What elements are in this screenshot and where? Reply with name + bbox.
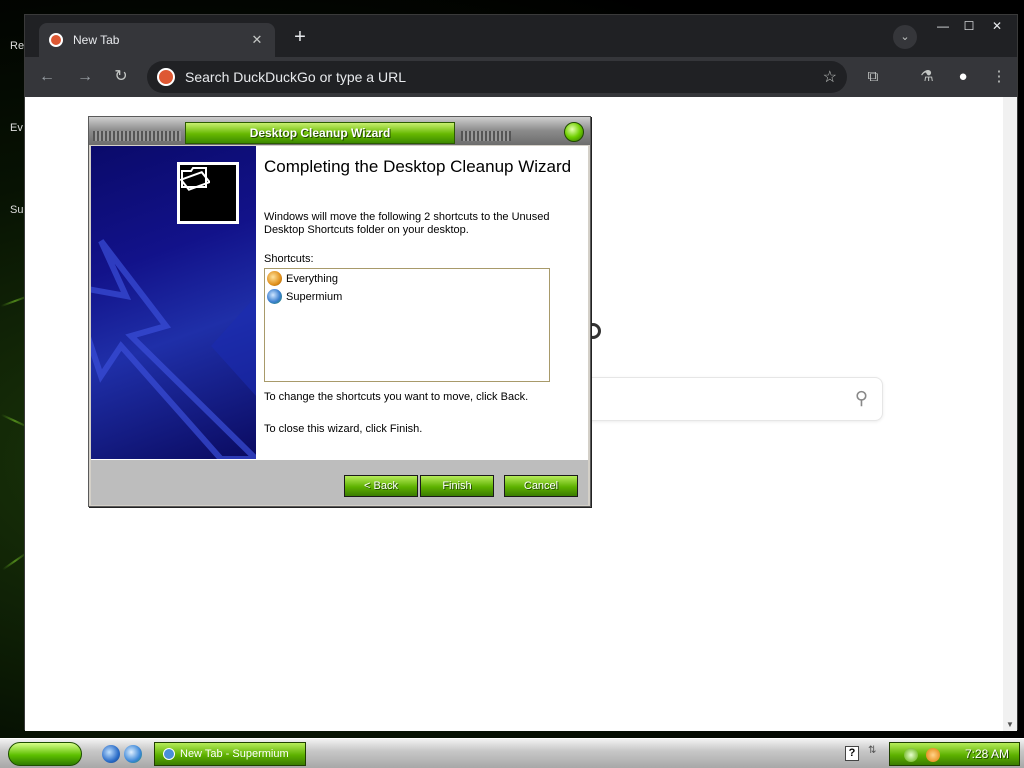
extensions-icon[interactable]: ⧉ <box>861 65 885 89</box>
browser-toolbar: ← → ↻ Search DuckDuckGo or type a URL ☆ … <box>25 57 1017 97</box>
supermium-icon <box>267 289 282 304</box>
start-button[interactable] <box>8 742 82 766</box>
titlebar-grille <box>93 131 181 141</box>
shortcuts-list[interactable]: Everything Supermium <box>264 268 550 382</box>
wizard-button-bar: < Back Finish Cancel <box>91 459 588 505</box>
profile-icon[interactable]: ● <box>951 65 975 89</box>
window-close-button[interactable]: ✕ <box>983 17 1011 35</box>
system-tray: 7:28 AM <box>889 742 1020 766</box>
tray-arrows-icon[interactable]: ⇅ <box>868 745 880 763</box>
menu-icon[interactable]: ⋮ <box>987 65 1011 89</box>
desktop-icon-label[interactable]: Re <box>10 40 24 52</box>
minimize-button[interactable]: — <box>929 17 957 35</box>
desktop-cleanup-wizard: Desktop Cleanup Wizard Completing the De… <box>88 116 591 507</box>
finish-button[interactable]: Finish <box>420 475 494 497</box>
tab-title: New Tab <box>73 33 120 47</box>
list-item[interactable]: Everything <box>265 270 549 287</box>
bookmark-star-icon[interactable]: ☆ <box>823 67 837 87</box>
wizard-titlebar[interactable]: Desktop Cleanup Wizard <box>89 117 590 145</box>
tab-new-tab[interactable]: New Tab ✕ <box>39 23 275 57</box>
new-tab-button[interactable]: + <box>287 25 313 51</box>
shortcuts-label: Shortcuts: <box>264 253 314 265</box>
page-search-input[interactable]: ⚲ <box>585 377 883 421</box>
supermium-icon[interactable] <box>124 745 142 763</box>
search-icon[interactable]: ⚲ <box>855 388 868 409</box>
search-tray-icon[interactable] <box>926 748 940 762</box>
duckduckgo-icon <box>49 33 63 47</box>
wizard-side-banner <box>91 146 256 459</box>
list-item[interactable]: Supermium <box>265 288 549 305</box>
reload-button[interactable]: ↻ <box>109 65 133 89</box>
scroll-down-arrow[interactable]: ▼ <box>1006 720 1014 729</box>
everything-icon <box>267 271 282 286</box>
clock[interactable]: 7:28 AM <box>965 747 1009 761</box>
wizard-description: Windows will move the following 2 shortc… <box>264 211 550 236</box>
desktop-icon-label[interactable]: Ev <box>10 122 23 134</box>
cancel-button[interactable]: Cancel <box>504 475 578 497</box>
desktop-icon-label[interactable]: Su <box>10 204 23 216</box>
close-icon[interactable]: ✕ <box>249 32 265 48</box>
address-bar[interactable]: Search DuckDuckGo or type a URL ☆ <box>147 61 847 93</box>
folder-icon <box>177 162 239 224</box>
address-bar-placeholder: Search DuckDuckGo or type a URL <box>185 69 406 85</box>
forward-button[interactable]: → <box>73 65 97 89</box>
back-button[interactable]: ← <box>35 65 59 89</box>
wizard-title: Desktop Cleanup Wizard <box>185 122 455 144</box>
wizard-main-panel: Completing the Desktop Cleanup Wizard Wi… <box>256 146 588 459</box>
finish-hint-text: To close this wizard, click Finish. <box>264 423 423 435</box>
help-icon[interactable]: ? <box>845 746 859 761</box>
back-hint-text: To change the shortcuts you want to move… <box>264 391 529 403</box>
network-icon[interactable] <box>904 748 918 762</box>
supermium-icon <box>163 748 175 760</box>
internet-explorer-icon[interactable] <box>102 745 120 763</box>
taskbar-item-label: New Tab - Supermium <box>180 748 289 760</box>
tab-strip: New Tab ✕ + ⌄ — ☐ ✕ <box>25 15 1017 57</box>
taskbar: New Tab - Supermium ? ⇅ 7:28 AM <box>0 738 1024 768</box>
tab-search-button[interactable]: ⌄ <box>893 25 917 49</box>
wizard-close-button[interactable] <box>564 122 584 142</box>
titlebar-grille <box>461 131 511 141</box>
labs-icon[interactable]: ⚗ <box>915 65 939 89</box>
duckduckgo-icon <box>157 68 175 86</box>
taskbar-item-supermium[interactable]: New Tab - Supermium <box>154 742 306 766</box>
shortcut-name: Everything <box>286 272 338 285</box>
page-scrollbar[interactable]: ▼ <box>1003 97 1017 731</box>
maximize-button[interactable]: ☐ <box>955 17 983 35</box>
wizard-heading: Completing the Desktop Cleanup Wizard <box>264 157 572 176</box>
back-button[interactable]: < Back <box>344 475 418 497</box>
shortcut-name: Supermium <box>286 290 343 303</box>
